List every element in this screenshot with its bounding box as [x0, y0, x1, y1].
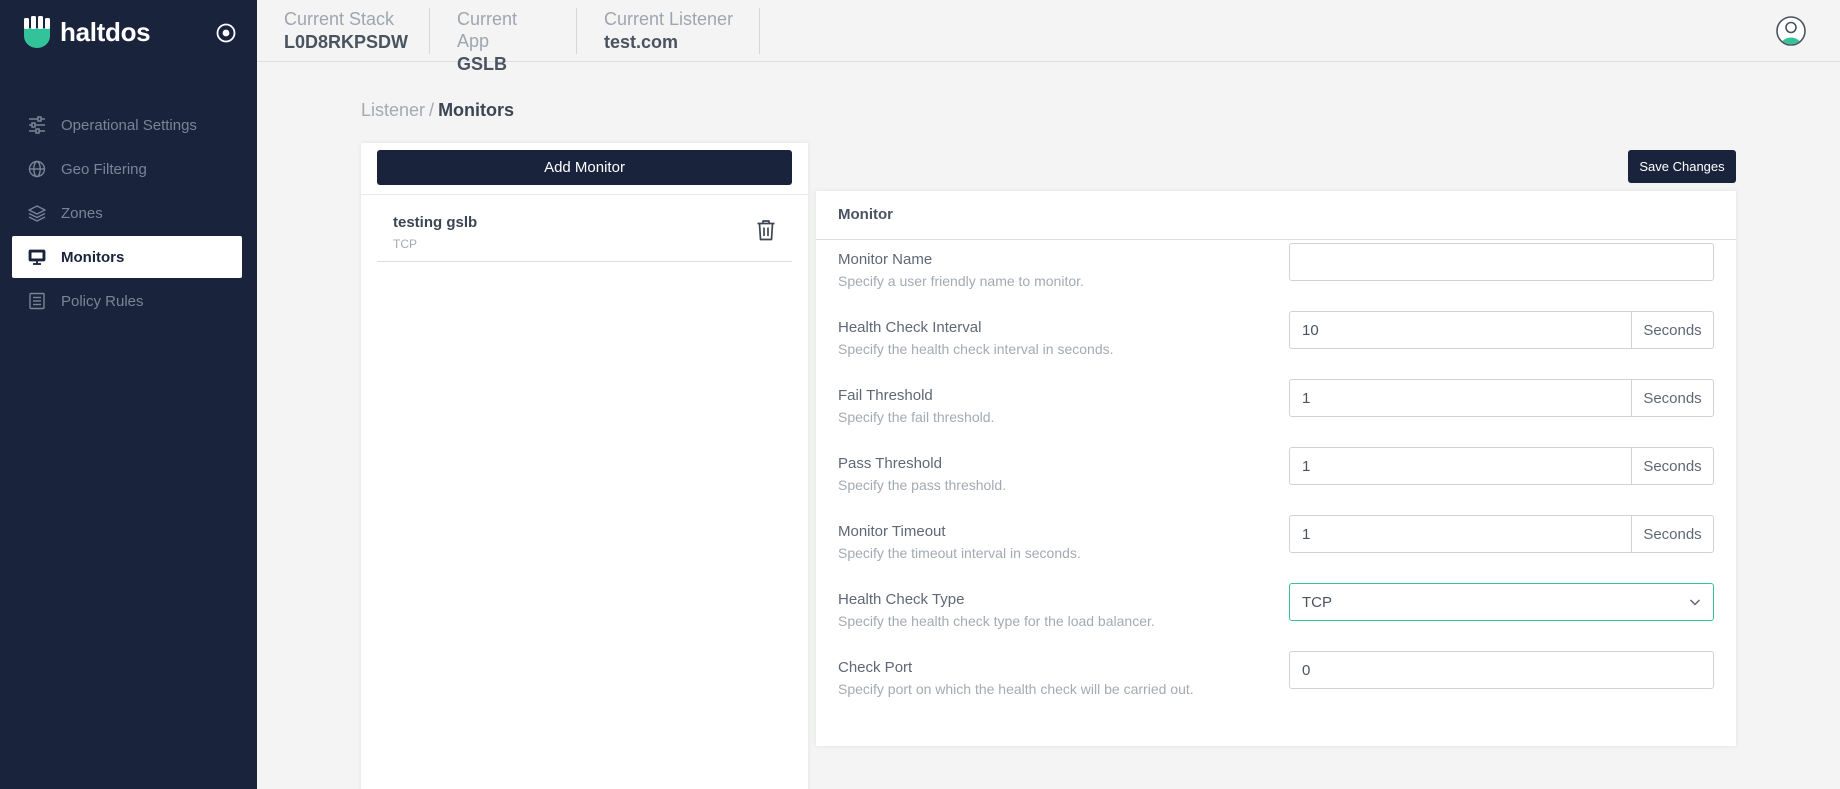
- pass-threshold-help: Specify the pass threshold.: [838, 477, 1007, 493]
- fail-threshold-row: Fail Threshold Specify the fail threshol…: [816, 379, 1736, 455]
- current-listener[interactable]: Current Listener test.com: [577, 8, 760, 54]
- haltdos-logo-icon: [24, 16, 50, 48]
- health-interval-unit: Seconds: [1632, 311, 1714, 349]
- monitor-list-item[interactable]: testing gslb TCP: [377, 195, 792, 262]
- health-interval-help: Specify the health check interval in sec…: [838, 341, 1114, 357]
- monitor-timeout-input[interactable]: [1289, 515, 1632, 553]
- layers-icon: [28, 205, 46, 222]
- check-port-row: Check Port Specify port on which the hea…: [816, 651, 1736, 727]
- list-icon: [29, 292, 45, 310]
- sidebar-item-zones[interactable]: Zones: [12, 192, 242, 234]
- health-type-help: Specify the health check type for the lo…: [838, 613, 1155, 629]
- sidebar-item-label: Geo Filtering: [61, 160, 147, 178]
- health-interval-label: Health Check Interval: [838, 319, 982, 336]
- fail-threshold-input[interactable]: [1289, 379, 1632, 417]
- check-port-label: Check Port: [838, 659, 913, 676]
- monitor-item-type: TCP: [393, 237, 417, 251]
- sliders-icon: [29, 116, 45, 134]
- health-interval-input[interactable]: [1289, 311, 1632, 349]
- sidebar-item-label: Policy Rules: [61, 292, 144, 310]
- panel-title: Monitor: [816, 191, 1736, 240]
- monitor-name-label: Monitor Name: [838, 251, 933, 268]
- health-type-label: Health Check Type: [838, 591, 965, 608]
- monitor-icon: [28, 249, 46, 265]
- globe-icon: [28, 160, 46, 178]
- fail-threshold-help: Specify the fail threshold.: [838, 409, 995, 425]
- current-listener-label: Current Listener: [604, 9, 734, 29]
- sidebar-item-label: Zones: [61, 204, 103, 222]
- pass-threshold-row: Pass Threshold Specify the pass threshol…: [816, 447, 1736, 523]
- breadcrumb-separator: /: [429, 100, 435, 120]
- chevron-down-icon: [1689, 599, 1701, 606]
- monitor-list-panel: Add Monitor testing gslb TCP: [361, 143, 808, 789]
- monitor-timeout-unit: Seconds: [1632, 515, 1714, 553]
- monitor-timeout-row: Monitor Timeout Specify the timeout inte…: [816, 515, 1736, 591]
- health-type-value: TCP: [1302, 593, 1332, 611]
- pass-threshold-input[interactable]: [1289, 447, 1632, 485]
- monitor-item-name: testing gslb: [393, 214, 478, 231]
- fail-threshold-label: Fail Threshold: [838, 387, 933, 404]
- current-app-label: Current App: [457, 9, 518, 51]
- pass-threshold-label: Pass Threshold: [838, 455, 942, 472]
- breadcrumb-listener[interactable]: Listener: [361, 100, 425, 120]
- check-port-help: Specify port on which the health check w…: [838, 681, 1194, 697]
- current-stack[interactable]: Current Stack L0D8RKPSDW: [257, 8, 430, 54]
- monitor-name-row: Monitor Name Specify a user friendly nam…: [816, 243, 1736, 319]
- sidebar-item-operational-settings[interactable]: Operational Settings: [12, 104, 242, 146]
- brand-name: haltdos: [60, 16, 151, 47]
- add-monitor-button[interactable]: Add Monitor: [377, 150, 792, 185]
- sidebar-item-label: Operational Settings: [61, 116, 197, 134]
- check-port-input[interactable]: [1289, 651, 1714, 689]
- current-stack-value: L0D8RKPSDW: [284, 32, 409, 52]
- fail-threshold-unit: Seconds: [1632, 379, 1714, 417]
- monitor-name-help: Specify a user friendly name to monitor.: [838, 273, 1084, 289]
- sidebar-item-policy-rules[interactable]: Policy Rules: [12, 280, 242, 322]
- health-interval-row: Health Check Interval Specify the health…: [816, 311, 1736, 387]
- top-header: Current Stack L0D8RKPSDW Current App GSL…: [257, 0, 1840, 74]
- brand-logo[interactable]: haltdos: [22, 16, 151, 48]
- monitor-timeout-label: Monitor Timeout: [838, 523, 946, 540]
- monitor-name-input[interactable]: [1289, 243, 1714, 281]
- sidebar-nav: Operational Settings Geo Filtering Zones…: [12, 104, 242, 324]
- sidebar-item-geo-filtering[interactable]: Geo Filtering: [12, 148, 242, 190]
- sidebar: haltdos Operational Settings Geo Filteri…: [0, 0, 257, 789]
- health-type-row: Health Check Type Specify the health che…: [816, 583, 1736, 659]
- monitor-timeout-help: Specify the timeout interval in seconds.: [838, 545, 1081, 561]
- pass-threshold-unit: Seconds: [1632, 447, 1714, 485]
- sidebar-item-monitors[interactable]: Monitors: [12, 236, 242, 278]
- sidebar-item-label: Monitors: [61, 248, 125, 266]
- current-app[interactable]: Current App GSLB: [430, 8, 577, 74]
- current-stack-label: Current Stack: [284, 9, 395, 29]
- breadcrumb: Listener / Monitors: [361, 100, 514, 121]
- current-listener-value: test.com: [604, 32, 679, 52]
- target-settings-icon[interactable]: [215, 22, 237, 44]
- trash-icon[interactable]: [756, 219, 776, 241]
- user-avatar-icon[interactable]: [1776, 16, 1806, 46]
- current-app-value: GSLB: [457, 54, 508, 74]
- health-type-select[interactable]: TCP: [1289, 583, 1714, 621]
- monitor-form-panel: Monitor Monitor Name Specify a user frie…: [816, 191, 1736, 746]
- breadcrumb-current: Monitors: [438, 100, 515, 120]
- save-changes-button[interactable]: Save Changes: [1628, 150, 1736, 183]
